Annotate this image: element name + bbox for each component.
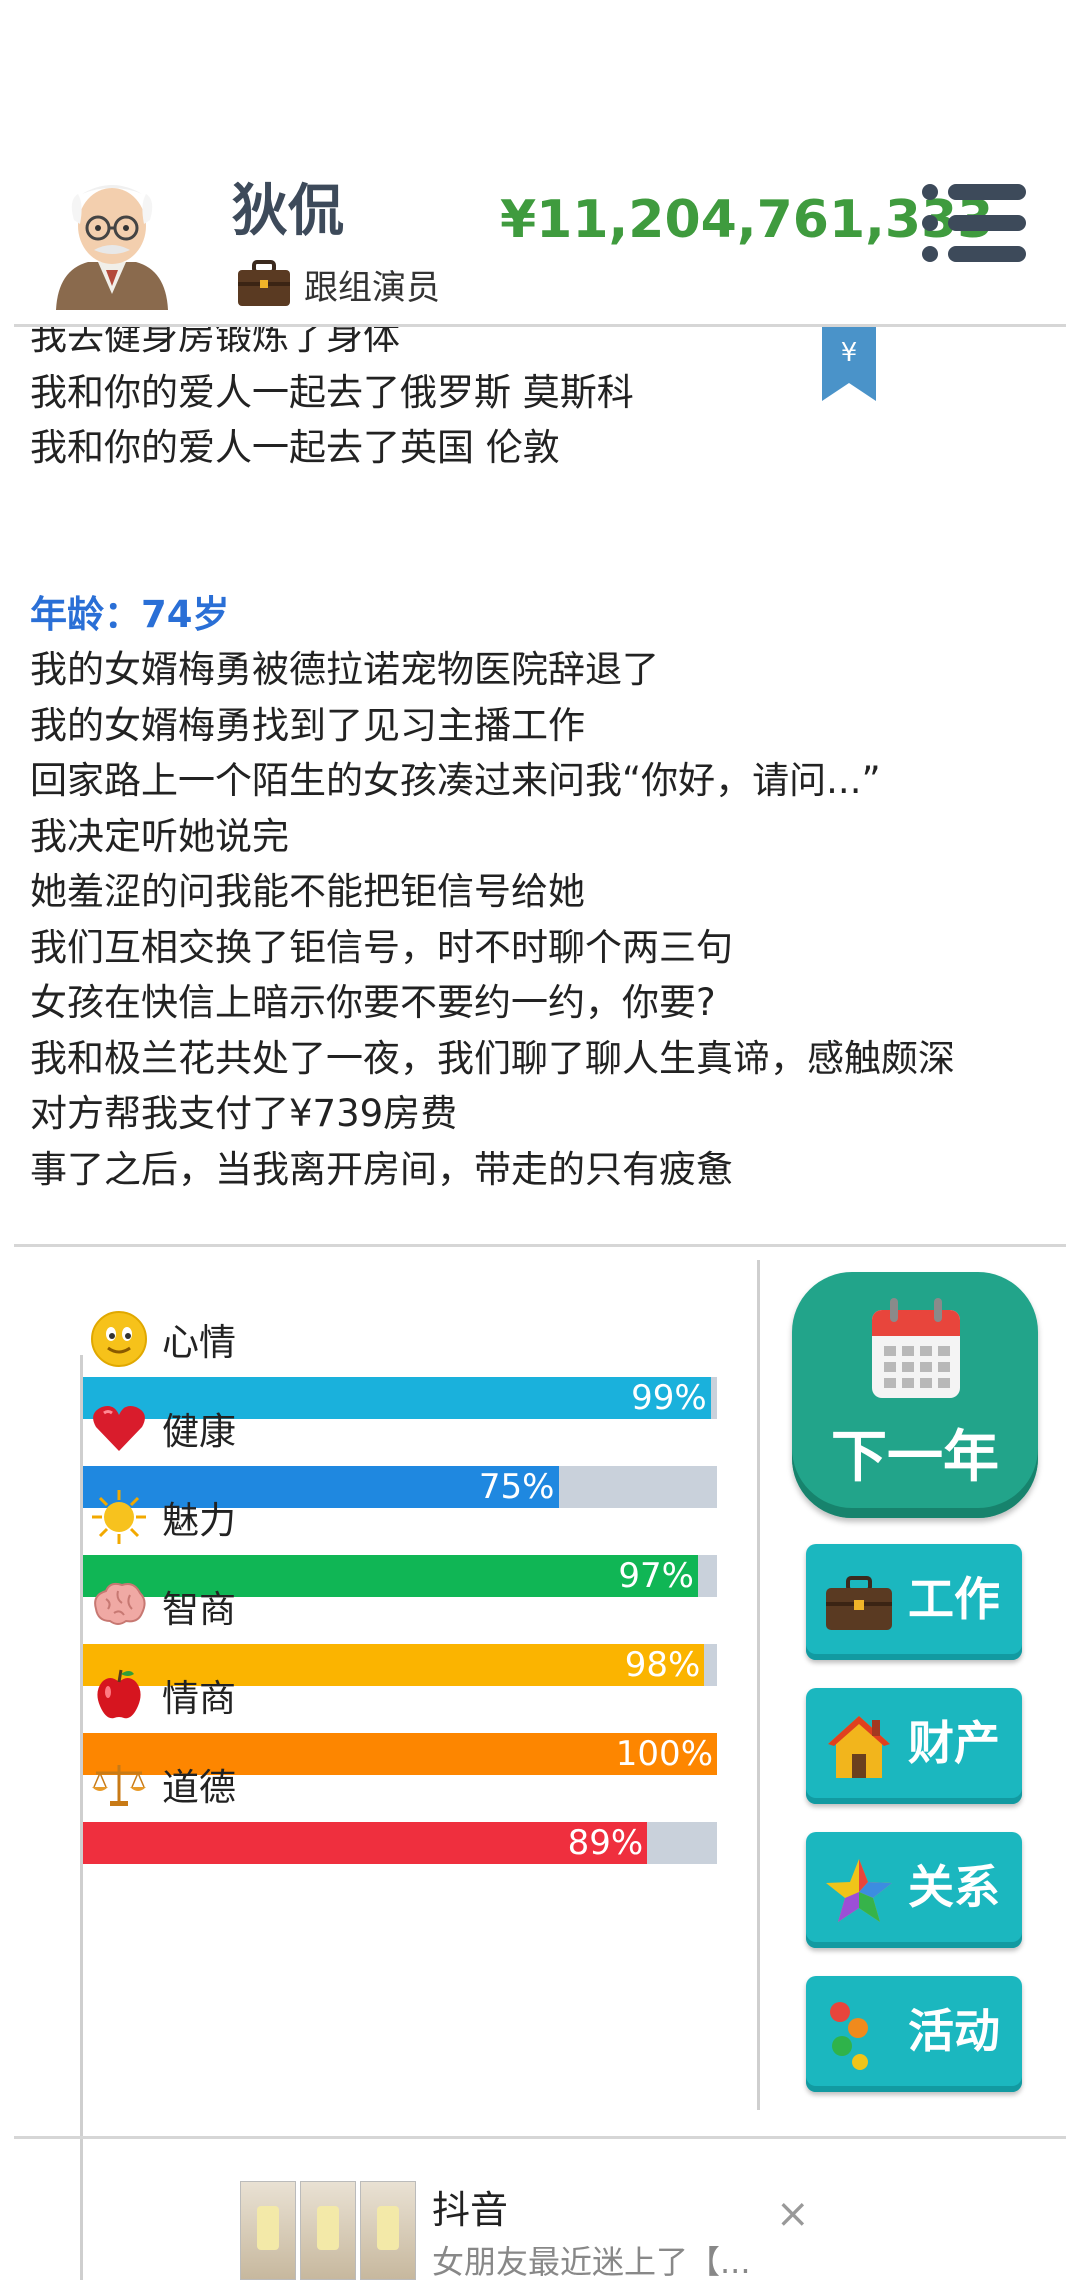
log-line: 我的女婿梅勇找到了见习主播工作 — [30, 703, 585, 747]
log-line: 回家路上一个陌生的女孩凑过来问我“你好，请问...” — [30, 759, 881, 802]
work-button[interactable]: 工作 — [806, 1544, 1022, 1660]
log-line: 我和你的爱人一起去了英国 伦敦 — [30, 426, 560, 469]
ad-thumbnail[interactable] — [240, 2181, 416, 2280]
brain-icon — [94, 1582, 146, 1625]
life-log[interactable]: 我去健身房锻炼了身体 我和你的爱人一起去了俄罗斯 莫斯科 我和你的爱人一起去了英… — [0, 327, 1080, 1245]
property-button[interactable]: 财产 — [806, 1688, 1022, 1804]
log-line: 我和极兰花共处了一夜，我们聊了聊人生真谛，感触颇深 — [30, 1036, 955, 1080]
character-name: 狄侃 — [232, 179, 344, 244]
apple-icon — [97, 1669, 141, 1719]
job-title: 跟组演员 — [304, 267, 440, 308]
log-line: 我的女婿梅勇被德拉诺宠物医院辞退了 — [30, 648, 659, 691]
next-year-label: 下一年 — [831, 1425, 999, 1490]
stat-morality: 道德 89% — [80, 1752, 720, 1882]
avatar[interactable] — [48, 170, 176, 310]
activity-icon — [830, 2002, 868, 2070]
svg-text:¥: ¥ — [841, 338, 858, 368]
calendar-icon — [872, 1298, 960, 1398]
ad-description[interactable]: 女朋友最近迷上了【... — [432, 2237, 751, 2280]
stats-panel: 心情 99% 健康 75% 魅力 97% 智商 98% 情商 100% 道德 8… — [0, 1247, 760, 2280]
briefcase-icon — [238, 260, 290, 306]
stat-bar-fill: 89% — [83, 1822, 648, 1864]
heart-icon — [93, 1406, 145, 1451]
activity-label: 活动 — [908, 2004, 1000, 2058]
relations-button[interactable]: 关系 — [806, 1832, 1022, 1948]
sun-icon — [92, 1490, 146, 1544]
stat-label: 健康 — [162, 1410, 236, 1453]
stat-label: 道德 — [162, 1766, 236, 1809]
log-line: 我们互相交换了钜信号，时不时聊个两三句 — [30, 925, 733, 969]
stat-label: 魅力 — [162, 1499, 236, 1542]
stat-label: 心情 — [162, 1321, 236, 1364]
ad-banner[interactable]: 抖音 女朋友最近迷上了【... × — [0, 2139, 1080, 2280]
work-label: 工作 — [908, 1572, 1000, 1626]
log-line: 对方帮我支付了¥739房费 — [30, 1092, 458, 1135]
property-label: 财产 — [908, 1716, 1000, 1770]
stat-value: 89% — [567, 1823, 644, 1863]
close-icon[interactable]: × — [776, 2191, 810, 2237]
scales-icon — [92, 1765, 146, 1806]
job-info: 跟组演员 — [236, 256, 440, 312]
age-heading: 年龄：74岁 — [30, 592, 230, 636]
ad-title[interactable]: 抖音 — [432, 2179, 508, 2234]
log-line: 事了之后，当我离开房间，带走的只有疲惫 — [30, 1147, 733, 1191]
log-line: 我和你的爱人一起去了俄罗斯 莫斯科 — [30, 370, 634, 414]
stat-label: 智商 — [162, 1588, 236, 1631]
activity-button[interactable]: 活动 — [806, 1976, 1022, 2092]
log-line: 我决定听她说完 — [30, 814, 289, 858]
money-bookmark-icon[interactable]: ¥ — [820, 327, 878, 403]
stat-label: 情商 — [162, 1677, 236, 1720]
log-line: 女孩在快信上暗示你要不要约一约，你要? — [30, 981, 716, 1024]
panel-divider — [757, 1260, 760, 2110]
log-line: 她羞涩的问我能不能把钜信号给她 — [30, 870, 585, 913]
smiley-icon — [91, 1311, 147, 1367]
relations-label: 关系 — [908, 1860, 1000, 1914]
house-icon — [828, 1716, 890, 1778]
briefcase-icon — [826, 1576, 892, 1630]
menu-icon[interactable] — [920, 182, 1028, 264]
star-icon — [826, 1859, 892, 1922]
stat-bar: 89% — [83, 1822, 717, 1864]
top-header: 狄侃 跟组演员 ¥11,204,761,333 — [0, 0, 1080, 326]
log-line: 我去健身房锻炼了身体 — [30, 327, 400, 358]
next-year-button[interactable]: 下一年 — [792, 1272, 1038, 1518]
